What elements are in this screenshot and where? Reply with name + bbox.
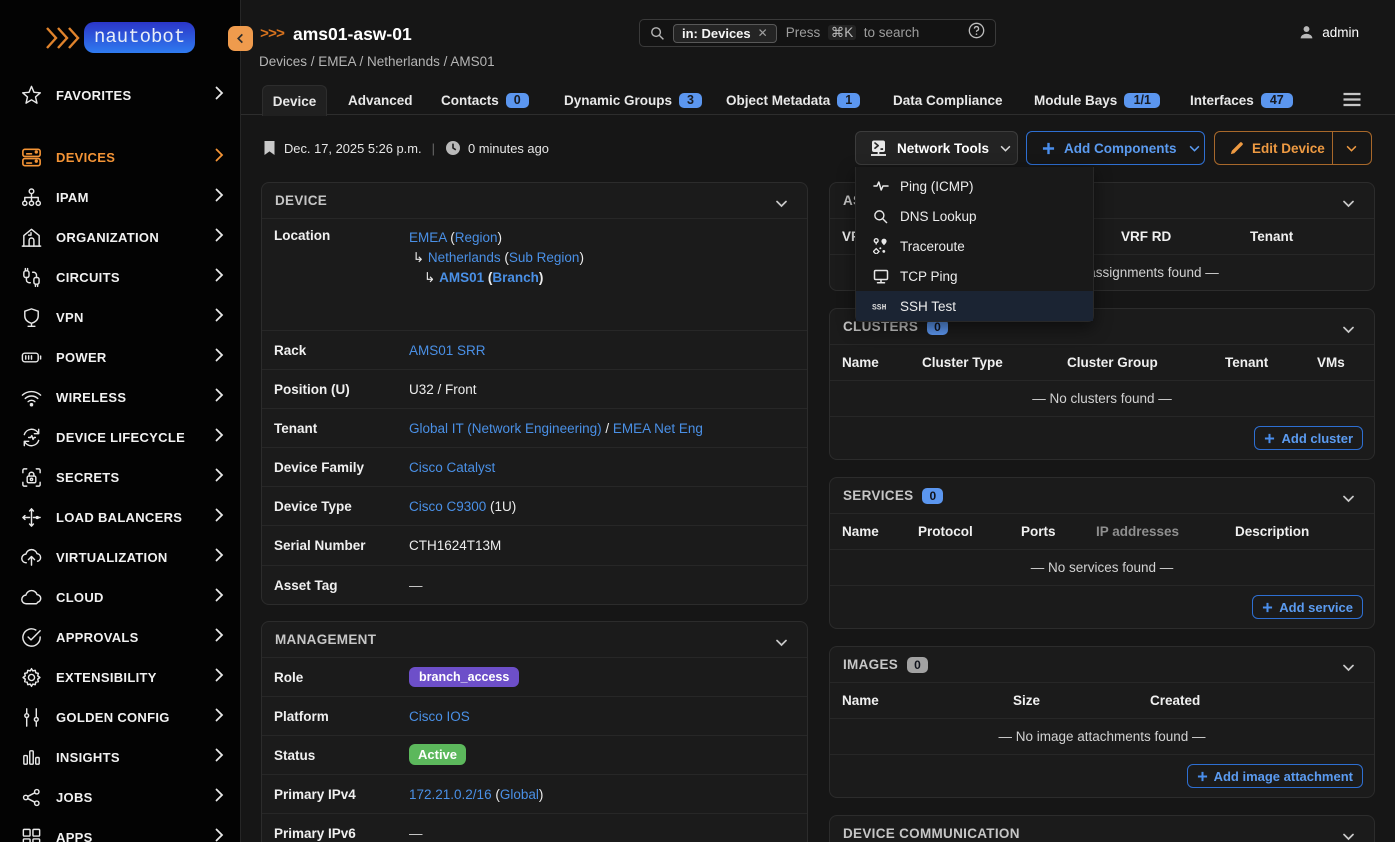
svg-text:SSH: SSH bbox=[872, 303, 887, 311]
